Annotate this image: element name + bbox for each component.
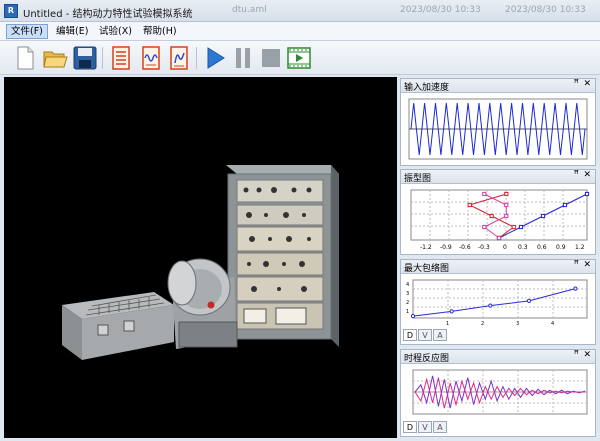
panel-header: 最大包络图 ꟸ ✕: [401, 260, 595, 274]
y-tick-label: 1: [406, 309, 409, 315]
mode-shape-point: [504, 191, 509, 197]
analysis-icon[interactable]: [166, 45, 192, 71]
pin-icon[interactable]: ꟸ: [574, 260, 579, 270]
pin-icon[interactable]: ꟸ: [574, 170, 579, 180]
mode-shape-point: [518, 224, 524, 230]
envelope-point: [526, 298, 532, 303]
x-tick-label: 4: [551, 321, 554, 327]
panel-title: 振型图: [404, 174, 432, 184]
menu-experiment[interactable]: 试验(X): [95, 24, 136, 39]
app-icon: R: [4, 4, 18, 18]
panel-title: 输入加速度: [404, 83, 450, 93]
mode-shape-chart: -1.2 -0.9 -0.6 -0.3 0 0.3 0.6 0.9 1.2: [410, 189, 590, 251]
tab-acceleration[interactable]: A: [433, 421, 447, 433]
envelope-point: [488, 303, 493, 308]
menu-help[interactable]: 帮助(H): [139, 24, 181, 39]
mode-shape-point: [482, 191, 487, 197]
panel-title: 最大包络图: [404, 264, 450, 274]
mode-shape-point: [584, 191, 590, 197]
mode-shape-panel: 振型图 ꟸ ✕ -1.2 -0.9 -0.6 -0.3 0 0.3 0.6 0.…: [400, 169, 596, 255]
max-envelope-panel: 最大包络图 ꟸ ✕ 4 3 2 1 1 2 3 4 D V A: [400, 259, 596, 345]
close-icon[interactable]: ✕: [583, 350, 591, 360]
background-tab-1: dtu.aml: [232, 5, 267, 15]
pin-icon[interactable]: ꟸ: [574, 350, 579, 360]
envelope-point: [449, 309, 454, 314]
mode-shape-point: [511, 224, 516, 230]
envelope-point: [573, 286, 578, 291]
time-history-panel: 时程反应图 ꟸ ✕ D V A: [400, 349, 596, 437]
input-acceleration-panel: 输入加速度 ꟸ ✕: [400, 78, 596, 166]
open-folder-icon[interactable]: [42, 45, 68, 71]
panel-header: 时程反应图 ꟸ ✕: [401, 350, 595, 364]
record-video-icon[interactable]: [286, 45, 312, 71]
close-icon[interactable]: ✕: [583, 170, 591, 180]
envelope-point: [410, 314, 416, 319]
y-tick-label: 3: [406, 291, 409, 297]
x-tick-label: 0.3: [518, 244, 528, 251]
stop-icon[interactable]: [258, 45, 284, 71]
x-tick-label: 1: [446, 321, 449, 327]
x-tick-label: 2: [481, 321, 484, 327]
panel-title: 时程反应图: [404, 354, 450, 364]
panel-header: 输入加速度 ꟸ ✕: [401, 79, 595, 93]
signal-generator-icon[interactable]: [138, 45, 164, 71]
window-title: Untitled - 结构动力特性试验模拟系统: [23, 9, 193, 20]
x-tick-label: -0.3: [478, 244, 490, 251]
input-acceleration-chart: [408, 98, 588, 160]
play-icon[interactable]: [202, 45, 228, 71]
x-tick-label: 1.2: [575, 244, 585, 251]
toolbar-separator: [196, 47, 197, 69]
tab-acceleration[interactable]: A: [433, 329, 447, 341]
mode-shape-point: [489, 213, 494, 219]
toolbar-separator: [102, 47, 103, 69]
3d-viewport[interactable]: [4, 77, 397, 438]
menu-bar: 文件(F) 编辑(E) 试验(X) 帮助(H): [0, 22, 600, 41]
title-bar: R Untitled - 结构动力特性试验模拟系统 dtu.aml 2023/0…: [0, 0, 600, 22]
toolbar: [0, 41, 600, 75]
tab-displacement[interactable]: D: [403, 421, 417, 433]
new-file-icon[interactable]: [12, 45, 38, 71]
x-tick-label: -1.2: [420, 244, 432, 251]
x-tick-label: -0.9: [440, 244, 452, 251]
x-tick-label: 3: [516, 321, 519, 327]
pause-icon[interactable]: [230, 45, 256, 71]
x-tick-label: 0: [503, 244, 507, 251]
time-history-chart: [412, 369, 588, 415]
y-tick-label: 4: [406, 282, 409, 288]
pin-icon[interactable]: ꟸ: [574, 79, 579, 89]
max-envelope-chart: 4 3 2 1 1 2 3 4: [406, 279, 588, 327]
menu-edit[interactable]: 编辑(E): [52, 24, 92, 39]
tab-displacement[interactable]: D: [403, 329, 417, 341]
background-tab-3: 2023/08/30 10:33: [505, 5, 586, 15]
tab-velocity[interactable]: V: [418, 421, 432, 433]
sensor-setup-icon[interactable]: [108, 45, 134, 71]
mode-shape-point: [504, 213, 509, 219]
x-tick-label: -0.6: [459, 244, 471, 251]
save-icon[interactable]: [72, 45, 98, 71]
mode-shape-point: [504, 202, 509, 208]
close-icon[interactable]: ✕: [583, 260, 591, 270]
mode-shape-point: [540, 213, 546, 219]
tab-velocity[interactable]: V: [418, 329, 432, 341]
y-tick-label: 2: [406, 300, 409, 306]
x-tick-label: 0.6: [537, 244, 547, 251]
mode-shape-point: [496, 235, 502, 241]
background-tab-2: 2023/08/30 10:33: [400, 5, 481, 15]
test-equipment-model: [62, 165, 339, 360]
x-tick-label: 0.9: [556, 244, 566, 251]
close-icon[interactable]: ✕: [583, 79, 591, 89]
menu-file[interactable]: 文件(F): [6, 24, 48, 39]
mode-shape-point: [482, 224, 487, 230]
mode-shape-point: [562, 202, 568, 208]
mode-shape-point: [467, 202, 472, 208]
panel-header: 振型图 ꟸ ✕: [401, 170, 595, 184]
